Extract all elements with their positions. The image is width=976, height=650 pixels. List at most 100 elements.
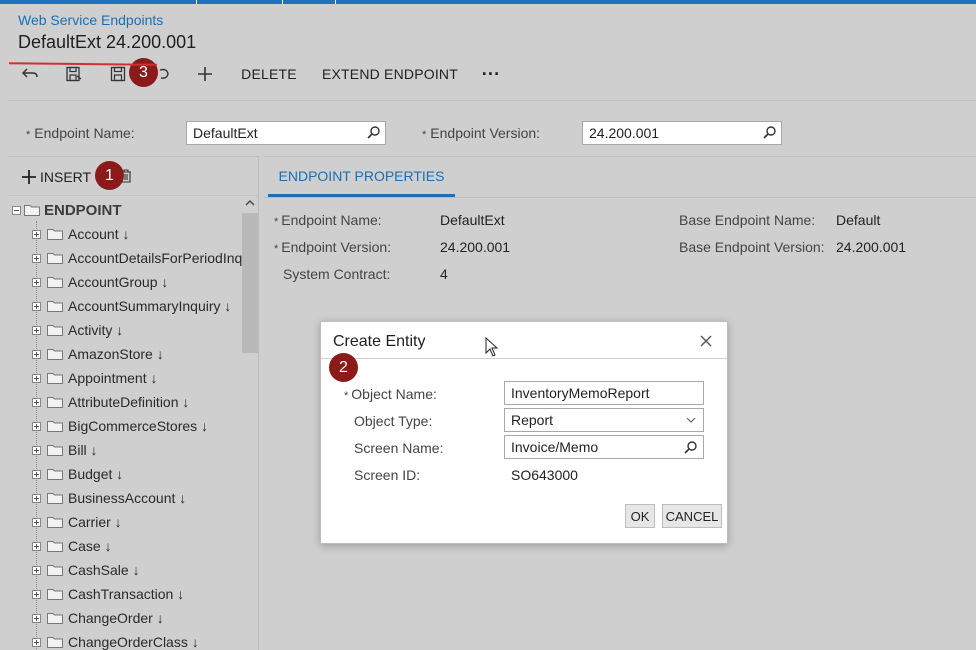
create-entity-dialog: Create Entity * Object Name: InventoryMem… — [320, 321, 728, 544]
folder-icon — [47, 637, 63, 648]
object-name-field[interactable]: InventoryMemoReport — [504, 381, 704, 405]
expand-icon[interactable] — [32, 541, 41, 551]
folder-icon — [47, 445, 63, 456]
tree-root-label: ENDPOINT — [44, 201, 122, 219]
expand-icon[interactable] — [32, 277, 41, 287]
insert-button[interactable]: INSERT — [22, 167, 91, 187]
tree-item[interactable]: BusinessAccount ↓ — [32, 487, 186, 509]
tab-divider — [264, 197, 976, 198]
expand-icon[interactable] — [32, 325, 41, 335]
expand-icon[interactable] — [32, 397, 41, 407]
close-icon[interactable] — [699, 334, 713, 348]
folder-icon — [47, 589, 63, 600]
screen-id-value: SO643000 — [511, 467, 578, 483]
expand-icon[interactable] — [32, 589, 41, 599]
expand-icon[interactable] — [32, 301, 41, 311]
tree-item[interactable]: CashSale ↓ — [32, 559, 140, 581]
entity-tree: ENDPOINT Account ↓ AccountDetailsForPerio… — [8, 197, 242, 650]
tree-item[interactable]: AmazonStore ↓ — [32, 343, 164, 365]
tree-item[interactable]: Carrier ↓ — [32, 511, 122, 533]
folder-icon — [24, 205, 40, 216]
tree-item[interactable]: CashTransaction ↓ — [32, 583, 184, 605]
tree-item-label: ChangeOrder ↓ — [68, 610, 164, 626]
tree-item-label: AccountGroup ↓ — [68, 274, 169, 290]
tree-item[interactable]: AccountGroup ↓ — [32, 271, 168, 293]
expand-icon[interactable] — [32, 445, 41, 455]
folder-icon — [47, 277, 63, 288]
tree-item-label: Activity ↓ — [68, 322, 124, 338]
delete-button[interactable]: DELETE — [234, 60, 304, 88]
tree-item[interactable]: Activity ↓ — [32, 319, 123, 341]
entity-tree-panel: INSERT ENDPOINT Account ↓ AccountDetailsF… — [8, 156, 259, 650]
object-type-select[interactable]: Report — [504, 408, 704, 432]
object-type-label: Object Type: — [354, 413, 433, 429]
tree-item[interactable]: Case ↓ — [32, 535, 112, 557]
expand-icon[interactable] — [32, 517, 41, 527]
top-accent-strip — [0, 0, 976, 4]
add-button[interactable] — [192, 60, 218, 88]
endpoint-version-field[interactable]: 24.200.001 — [582, 121, 782, 145]
tree-item-label: BusinessAccount ↓ — [68, 490, 187, 506]
tree-item[interactable]: AccountSummaryInquiry ↓ — [32, 295, 231, 317]
extend-endpoint-button[interactable]: EXTEND ENDPOINT — [318, 60, 462, 88]
add-icon — [198, 67, 212, 81]
expand-icon[interactable] — [32, 253, 41, 263]
expand-icon[interactable] — [32, 373, 41, 383]
tree-item[interactable]: AttributeDefinition ↓ — [32, 391, 189, 413]
expand-icon[interactable] — [32, 565, 41, 575]
tree-item-label: Case ↓ — [68, 538, 112, 554]
page-title: DefaultExt 24.200.001 — [18, 32, 197, 52]
dialog-title: Create Entity — [333, 333, 426, 350]
tree-scrollbar[interactable] — [242, 197, 258, 650]
folder-icon — [47, 325, 63, 336]
folder-icon — [47, 613, 63, 624]
folder-icon — [47, 517, 63, 528]
breadcrumb[interactable]: Web Service Endpoints — [18, 12, 163, 28]
expand-icon[interactable] — [32, 469, 41, 479]
folder-icon — [47, 493, 63, 504]
prop-base-name-label: Base Endpoint Name: — [679, 212, 816, 228]
tree-item-label: Bill ↓ — [68, 442, 98, 458]
screen-name-label: Screen Name: — [354, 440, 444, 456]
tree-item-label: Budget ↓ — [68, 466, 124, 482]
folder-icon — [47, 541, 63, 552]
folder-icon — [47, 301, 63, 312]
chevron-up-icon[interactable] — [245, 199, 255, 207]
endpoint-name-field[interactable]: DefaultExt — [186, 121, 386, 145]
endpoint-form: * Endpoint Name: DefaultExt * Endpoint Ver… — [8, 100, 976, 156]
expand-icon[interactable] — [32, 421, 41, 431]
folder-icon — [47, 349, 63, 360]
tree-root-endpoint[interactable]: ENDPOINT — [12, 200, 122, 220]
expand-icon[interactable] — [32, 613, 41, 623]
tree-item[interactable]: BigCommerceStores ↓ — [32, 415, 208, 437]
tree-item[interactable]: Appointment ↓ — [32, 367, 158, 389]
prop-endpoint-version-label: * Endpoint Version: — [274, 239, 392, 255]
expand-icon[interactable] — [32, 229, 41, 239]
cancel-button[interactable]: CANCEL — [662, 504, 722, 528]
more-actions-button[interactable]: ··· — [476, 60, 506, 88]
object-name-label: * Object Name: — [344, 386, 437, 402]
folder-icon — [47, 421, 63, 432]
tree-item[interactable]: AccountDetailsForPeriodInquir — [32, 247, 242, 269]
prop-system-contract-label: System Contract: — [283, 266, 391, 282]
screen-name-field[interactable]: Invoice/Memo — [504, 435, 704, 459]
expand-icon[interactable] — [32, 349, 41, 359]
tree-item[interactable]: Bill ↓ — [32, 439, 98, 461]
tree-item[interactable]: ChangeOrderClass ↓ — [32, 631, 199, 650]
tree-item-label: CashSale ↓ — [68, 562, 140, 578]
expand-icon[interactable] — [32, 637, 41, 647]
collapse-icon[interactable] — [12, 205, 21, 215]
search-icon[interactable] — [684, 440, 698, 454]
scrollbar-thumb[interactable] — [242, 213, 258, 353]
folder-icon — [47, 253, 63, 264]
tree-item[interactable]: ChangeOrder ↓ — [32, 607, 164, 629]
tab-endpoint-properties[interactable]: ENDPOINT PROPERTIES — [268, 157, 455, 197]
prop-base-version-value: 24.200.001 — [836, 239, 907, 255]
tree-item[interactable]: Budget ↓ — [32, 463, 123, 485]
tree-item-label: Appointment ↓ — [68, 370, 158, 386]
tree-item[interactable]: Account ↓ — [32, 223, 129, 245]
ok-button[interactable]: OK — [625, 504, 655, 528]
cancel-icon — [159, 68, 169, 79]
screen-id-label: Screen ID: — [354, 467, 421, 483]
expand-icon[interactable] — [32, 493, 41, 503]
